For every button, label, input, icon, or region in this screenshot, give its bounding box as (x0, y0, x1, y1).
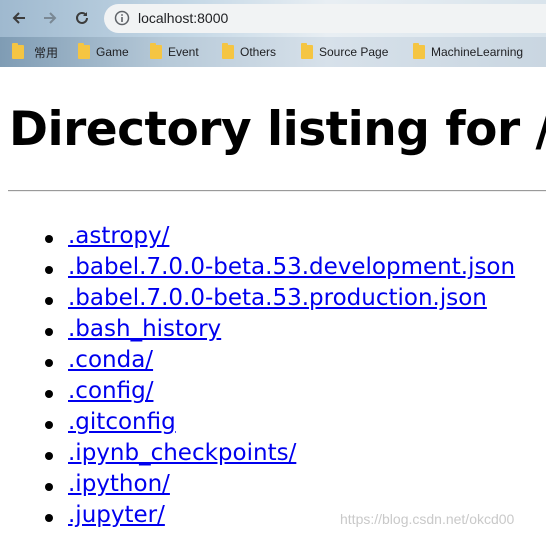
entry-link-ipynb-checkpoints[interactable]: .ipynb_checkpoints/ (68, 440, 296, 466)
bookmark-folder-game[interactable]: Game (78, 43, 129, 61)
directory-list: .astropy/ .babel.7.0.0-beta.53.developme… (0, 221, 515, 531)
bookmark-folder-source-page[interactable]: Source Page (301, 43, 388, 61)
bookmark-folder-others[interactable]: Others (222, 43, 276, 61)
list-item: .astropy/ (0, 221, 515, 252)
list-item: .babel.7.0.0-beta.53.development.json (0, 252, 515, 283)
bookmark-label: Others (240, 45, 277, 59)
bookmark-folder-common[interactable]: 常用 (12, 43, 58, 61)
back-arrow-icon (12, 12, 25, 24)
list-item: .ipynb_checkpoints/ (0, 438, 515, 469)
bookmark-label: MachineLearning (431, 45, 524, 59)
list-item: .babel.7.0.0-beta.53.production.json (0, 283, 515, 314)
bookmarks-bar: 常用 Game Event Others Source Page Machine… (0, 37, 546, 67)
info-icon[interactable] (114, 10, 130, 30)
folder-icon (413, 43, 425, 59)
entry-link-jupyter[interactable]: .jupyter/ (68, 502, 165, 528)
bookmark-folder-machinelearning[interactable]: MachineLearning (413, 43, 523, 61)
bookmark-label: Event (168, 45, 199, 59)
folder-icon (222, 43, 234, 59)
back-button[interactable] (8, 7, 30, 29)
folder-icon (150, 43, 162, 59)
entry-link-gitconfig[interactable]: .gitconfig (68, 409, 176, 435)
entry-link-astropy[interactable]: .astropy/ (68, 223, 169, 249)
watermark: https://blog.csdn.net/okcd00 (340, 511, 515, 527)
list-item: .gitconfig (0, 407, 515, 438)
list-item: .conda/ (0, 345, 515, 376)
bookmark-label: 常用 (34, 45, 59, 60)
folder-icon (12, 43, 24, 59)
entry-link-babel-production[interactable]: .babel.7.0.0-beta.53.production.json (68, 285, 487, 311)
entry-link-config[interactable]: .config/ (68, 378, 153, 404)
bookmark-label: Source Page (319, 45, 389, 59)
page-title: Directory listing for / (9, 102, 546, 157)
folder-icon (301, 43, 313, 59)
entry-link-ipython[interactable]: .ipython/ (68, 471, 170, 497)
forward-button[interactable] (39, 7, 61, 29)
divider (8, 190, 546, 192)
forward-arrow-icon (44, 12, 57, 24)
address-text[interactable]: localhost:8000 (138, 10, 228, 26)
list-item: .bash_history (0, 314, 515, 345)
address-bar[interactable]: localhost:8000 (104, 4, 546, 33)
list-item: .ipython/ (0, 469, 515, 500)
entry-link-bash-history[interactable]: .bash_history (68, 316, 221, 342)
folder-icon (78, 43, 90, 59)
list-item: .config/ (0, 376, 515, 407)
browser-toolbar: localhost:8000 (0, 0, 546, 37)
reload-icon (76, 11, 88, 24)
bookmark-folder-event[interactable]: Event (150, 43, 199, 61)
reload-button[interactable] (71, 7, 93, 29)
entry-link-conda[interactable]: .conda/ (68, 347, 153, 373)
entry-link-babel-development[interactable]: .babel.7.0.0-beta.53.development.json (68, 254, 515, 280)
bookmark-label: Game (96, 45, 129, 59)
